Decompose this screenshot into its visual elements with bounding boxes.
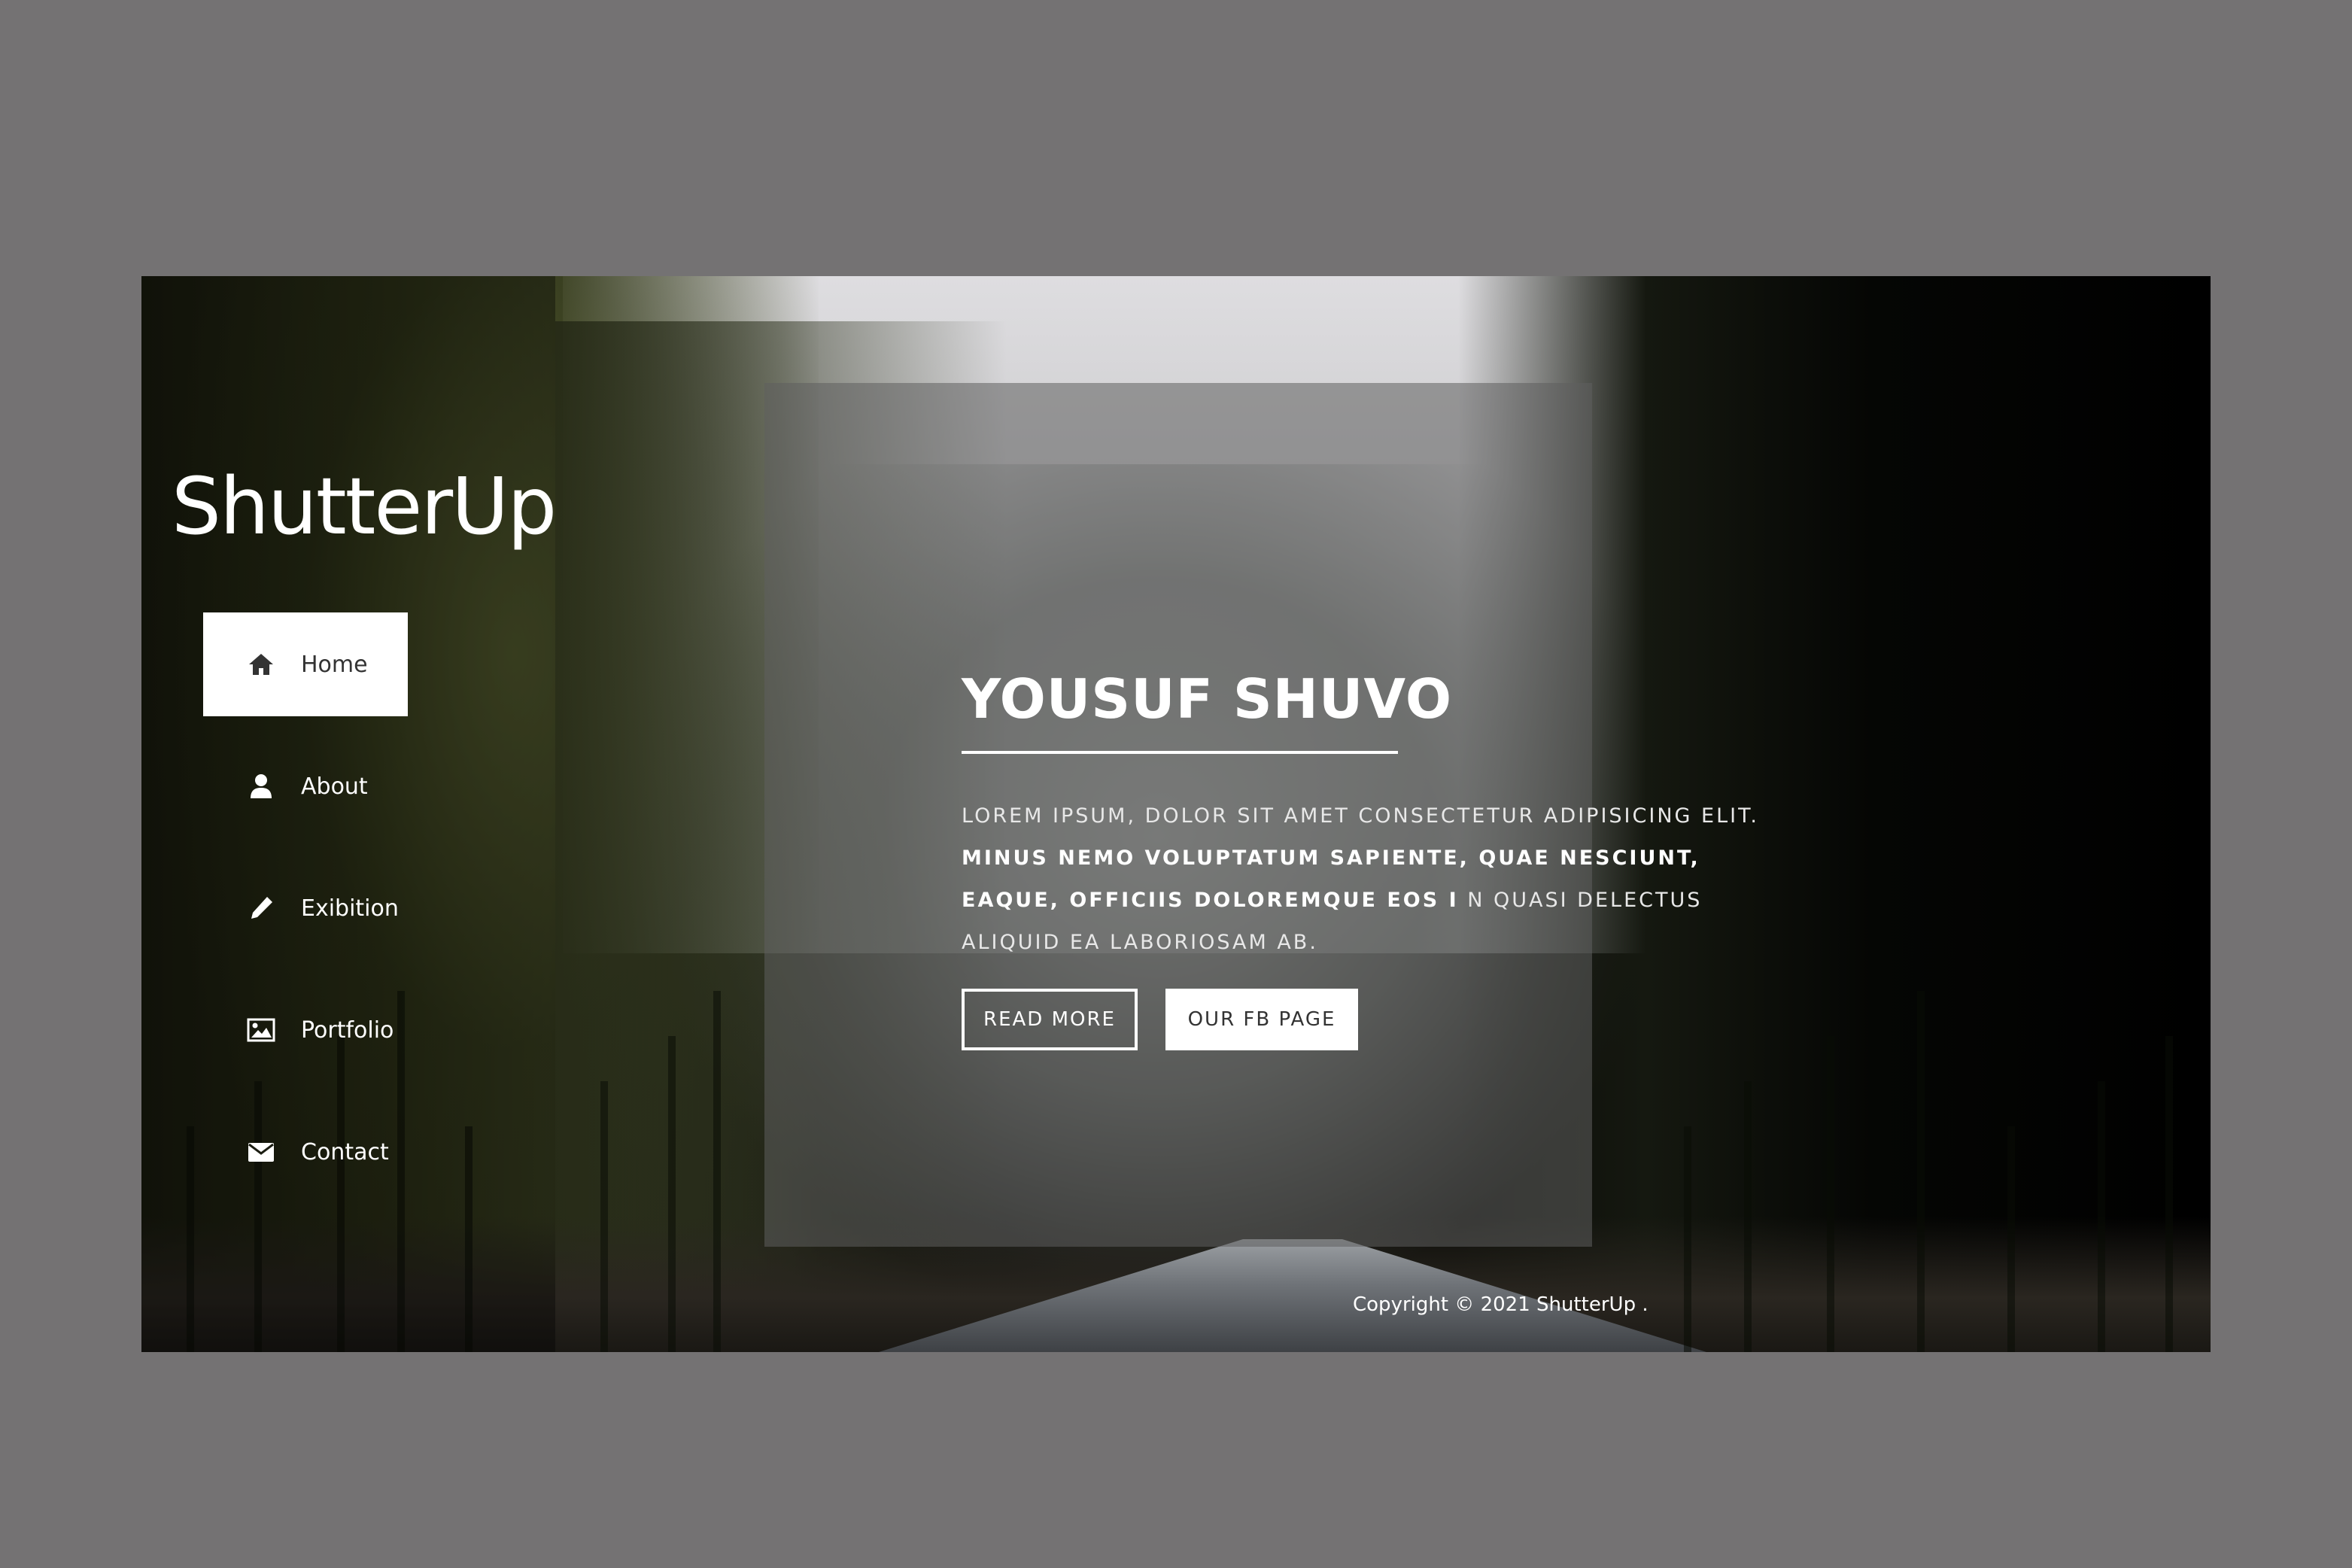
tree-trunk: [668, 1036, 676, 1352]
nav-label-portfolio: Portfolio: [301, 1016, 394, 1044]
envelope-icon: [247, 1138, 275, 1166]
user-icon: [247, 772, 275, 801]
title-underline: [962, 751, 1398, 754]
tree-trunk: [1684, 1126, 1691, 1352]
nav-item-portfolio[interactable]: Portfolio: [203, 978, 408, 1082]
copyright-text: Copyright © 2021 ShutterUp .: [1353, 1293, 1649, 1316]
tree-trunk: [2098, 1081, 2105, 1352]
hero-text-line1: Lorem ipsum, dolor sit amet consectetur …: [962, 804, 1759, 828]
nav-label-home: Home: [301, 651, 368, 678]
tree-trunk: [1744, 1081, 1752, 1352]
tree-trunk: [2007, 1126, 2015, 1352]
pencil-icon: [247, 894, 275, 922]
home-icon: [247, 650, 275, 679]
nav-item-about[interactable]: About: [203, 734, 408, 838]
tree-trunk: [1917, 991, 1925, 1352]
tree-trunk: [713, 991, 721, 1352]
tree-trunk: [600, 1081, 608, 1352]
nav-label-exibition: Exibition: [301, 895, 399, 922]
hero-description: Lorem ipsum, dolor sit amet consectetur …: [962, 795, 1804, 964]
nav-item-exibition[interactable]: Exibition: [203, 856, 408, 960]
hero-title: YOUSUF SHUVO: [962, 667, 1453, 731]
hero-section: ShutterUp Home About Exibition Portfolio: [141, 276, 2211, 1352]
fb-page-button[interactable]: OUR FB PAGE: [1165, 989, 1358, 1050]
nav-item-home[interactable]: Home: [203, 612, 408, 716]
tree-trunk: [1827, 1036, 1834, 1352]
sidebar-nav: Home About Exibition Portfolio Contact: [203, 612, 408, 1222]
nav-item-contact[interactable]: Contact: [203, 1100, 408, 1204]
tree-trunk: [2165, 1036, 2173, 1352]
nav-label-about: About: [301, 773, 368, 800]
image-icon: [247, 1016, 275, 1044]
site-logo[interactable]: ShutterUp: [172, 460, 557, 552]
read-more-button[interactable]: READ MORE: [962, 989, 1138, 1050]
nav-label-contact: Contact: [301, 1138, 389, 1165]
